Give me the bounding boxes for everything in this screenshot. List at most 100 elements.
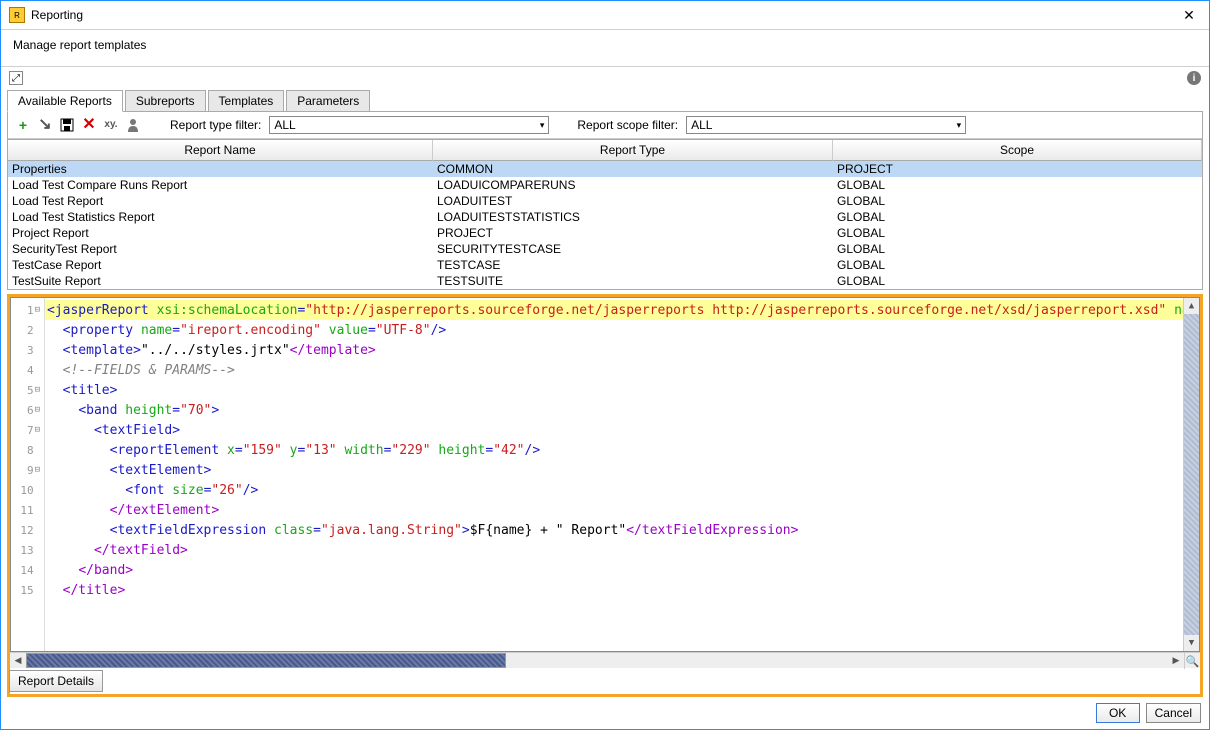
scope-filter-select[interactable]: ALL ▾ xyxy=(686,116,966,134)
table-row[interactable]: TestSuite ReportTESTSUITEGLOBAL xyxy=(8,273,1202,289)
code-line[interactable]: <template>"../../styles.jrtx"</template> xyxy=(45,340,1183,360)
cell-type: LOADUITEST xyxy=(433,193,833,209)
cell-type: COMMON xyxy=(433,161,833,177)
fold-icon[interactable]: ⊟ xyxy=(35,385,40,395)
xml-code[interactable]: <jasperReport xsi:schemaLocation="http:/… xyxy=(45,298,1183,651)
window-icon: R xyxy=(9,7,25,23)
table-row[interactable]: Load Test Compare Runs ReportLOADUICOMPA… xyxy=(8,177,1202,193)
table-header: Report Name Report Type Scope xyxy=(8,140,1202,161)
cell-type: PROJECT xyxy=(433,225,833,241)
table-row[interactable]: Project ReportPROJECTGLOBAL xyxy=(8,225,1202,241)
fold-icon[interactable]: ⊟ xyxy=(35,465,40,475)
gutter-line: 4 xyxy=(11,360,44,380)
code-line[interactable]: <!--FIELDS & PARAMS--> xyxy=(45,360,1183,380)
gutter-line: 11 xyxy=(11,500,44,520)
tab-report-details[interactable]: Report Details xyxy=(9,670,103,692)
type-filter-value: ALL xyxy=(274,118,295,132)
save-button[interactable] xyxy=(58,116,76,134)
table-row[interactable]: Load Test Statistics ReportLOADUITESTSTA… xyxy=(8,209,1202,225)
tab-parameters[interactable]: Parameters xyxy=(286,90,370,112)
info-icon[interactable]: i xyxy=(1187,71,1201,85)
cell-scope: GLOBAL xyxy=(833,209,1202,225)
cell-name: Load Test Statistics Report xyxy=(8,209,433,225)
cell-type: TESTCASE xyxy=(433,257,833,273)
gutter-line: 6⊟ xyxy=(11,400,44,420)
cell-type: SECURITYTESTCASE xyxy=(433,241,833,257)
reporting-window: R Reporting ✕ Manage report templates ⤢ … xyxy=(0,0,1210,730)
table-row[interactable]: Load Test ReportLOADUITESTGLOBAL xyxy=(8,193,1202,209)
table-row[interactable]: SecurityTest ReportSECURITYTESTCASEGLOBA… xyxy=(8,241,1202,257)
scope-filter-label: Report scope filter: xyxy=(577,118,678,132)
window-subtitle: Manage report templates xyxy=(1,30,1209,67)
rename-button[interactable]: xy. xyxy=(102,116,120,134)
scroll-left-icon[interactable]: ◀ xyxy=(10,653,26,668)
gutter-line: 1⊟ xyxy=(11,300,44,320)
scroll-thumb[interactable] xyxy=(26,653,506,668)
code-line[interactable]: </title> xyxy=(45,580,1183,600)
ok-button[interactable]: OK xyxy=(1096,703,1140,723)
scope-filter-value: ALL xyxy=(691,118,712,132)
code-line[interactable]: <title> xyxy=(45,380,1183,400)
table-row[interactable]: PropertiesCOMMONPROJECT xyxy=(8,161,1202,177)
cell-type: LOADUICOMPARERUNS xyxy=(433,177,833,193)
code-line[interactable]: <textField> xyxy=(45,420,1183,440)
code-line[interactable]: <band height="70"> xyxy=(45,400,1183,420)
code-line[interactable]: </textElement> xyxy=(45,500,1183,520)
col-report-name[interactable]: Report Name xyxy=(8,140,433,161)
cancel-button[interactable]: Cancel xyxy=(1146,703,1201,723)
gutter-line: 5⊟ xyxy=(11,380,44,400)
gutter-line: 15 xyxy=(11,580,44,600)
code-line[interactable]: </band> xyxy=(45,560,1183,580)
gutter-line: 13 xyxy=(11,540,44,560)
tab-templates[interactable]: Templates xyxy=(208,90,285,112)
code-line[interactable]: <textElement> xyxy=(45,460,1183,480)
scroll-track[interactable] xyxy=(26,653,1168,668)
edit-button[interactable]: ↘ xyxy=(36,116,54,134)
scroll-down-icon[interactable]: ▼ xyxy=(1184,635,1199,651)
xml-editor[interactable]: 1⊟2 3 4 5⊟6⊟7⊟8 9⊟10 11 12 13 14 15 <jas… xyxy=(10,297,1200,652)
gutter-line: 8 xyxy=(11,440,44,460)
zoom-corner-icon[interactable]: 🔍 xyxy=(1184,653,1200,669)
table-body: PropertiesCOMMONPROJECTLoad Test Compare… xyxy=(8,161,1202,289)
table-row[interactable]: TestCase ReportTESTCASEGLOBAL xyxy=(8,257,1202,273)
cell-scope: GLOBAL xyxy=(833,193,1202,209)
dropdown-icon: ▾ xyxy=(540,120,545,131)
titlebar: R Reporting ✕ xyxy=(1,1,1209,30)
close-button[interactable]: ✕ xyxy=(1177,5,1201,25)
fold-icon[interactable]: ⊟ xyxy=(35,425,40,435)
scroll-track[interactable] xyxy=(1184,314,1199,635)
user-button[interactable] xyxy=(124,116,142,134)
code-line[interactable]: <reportElement x="159" y="13" width="229… xyxy=(45,440,1183,460)
expand-icon[interactable]: ⤢ xyxy=(9,71,23,85)
reports-panel: + ↘ ✕ xy. Report type filter: ALL ▾ Repo… xyxy=(7,111,1203,290)
horizontal-scrollbar[interactable]: ◀ ▶ 🔍 xyxy=(10,652,1200,668)
gutter-line: 7⊟ xyxy=(11,420,44,440)
code-line[interactable]: </textField> xyxy=(45,540,1183,560)
fold-icon[interactable]: ⊟ xyxy=(35,405,40,415)
cell-scope: PROJECT xyxy=(833,161,1202,177)
cell-scope: GLOBAL xyxy=(833,177,1202,193)
cell-scope: GLOBAL xyxy=(833,225,1202,241)
gutter-line: 3 xyxy=(11,340,44,360)
vertical-scrollbar[interactable]: ▲ ▼ xyxy=(1183,298,1199,651)
scroll-up-icon[interactable]: ▲ xyxy=(1184,298,1199,314)
col-scope[interactable]: Scope xyxy=(833,140,1202,161)
type-filter-select[interactable]: ALL ▾ xyxy=(269,116,549,134)
reports-table: Report Name Report Type Scope Properties… xyxy=(8,139,1202,289)
cell-scope: GLOBAL xyxy=(833,273,1202,289)
code-line[interactable]: <jasperReport xsi:schemaLocation="http:/… xyxy=(45,300,1183,320)
col-report-type[interactable]: Report Type xyxy=(433,140,833,161)
code-line[interactable]: <textFieldExpression class="java.lang.St… xyxy=(45,520,1183,540)
tab-subreports[interactable]: Subreports xyxy=(125,90,206,112)
cell-name: SecurityTest Report xyxy=(8,241,433,257)
cell-type: LOADUITESTSTATISTICS xyxy=(433,209,833,225)
code-line[interactable]: <font size="26"/> xyxy=(45,480,1183,500)
scroll-right-icon[interactable]: ▶ xyxy=(1168,653,1184,668)
cell-name: Load Test Compare Runs Report xyxy=(8,177,433,193)
fold-icon[interactable]: ⊟ xyxy=(35,305,40,315)
add-button[interactable]: + xyxy=(14,116,32,134)
tab-available-reports[interactable]: Available Reports xyxy=(7,90,123,112)
code-line[interactable]: <property name="ireport.encoding" value=… xyxy=(45,320,1183,340)
type-filter-label: Report type filter: xyxy=(170,118,261,132)
delete-button[interactable]: ✕ xyxy=(80,116,98,134)
